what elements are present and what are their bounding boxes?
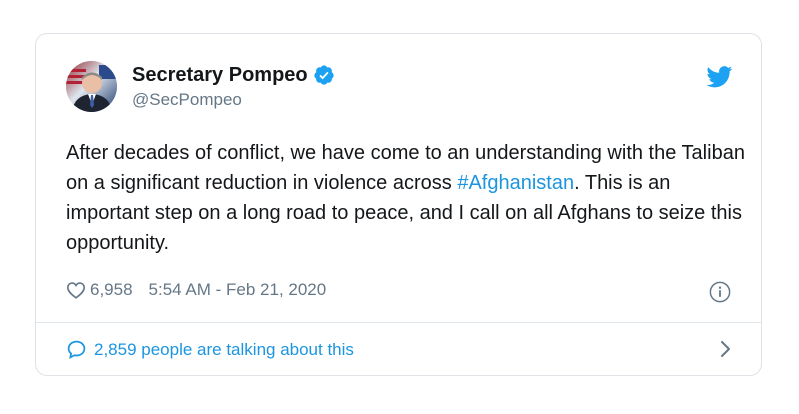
author-info: Secretary Pompeo @SecPompeo bbox=[132, 63, 335, 110]
info-icon[interactable] bbox=[709, 281, 731, 303]
verified-badge-icon bbox=[314, 65, 334, 85]
tweet-header: Secretary Pompeo @SecPompeo bbox=[66, 61, 335, 112]
like-count[interactable]: 6,958 bbox=[90, 280, 133, 300]
speech-bubble-icon bbox=[67, 340, 86, 359]
hashtag-link[interactable]: #Afghanistan bbox=[457, 172, 574, 194]
tweet-card[interactable]: Secretary Pompeo @SecPompeo After decade… bbox=[35, 33, 762, 376]
tweet-timestamp[interactable]: 5:54 AM - Feb 21, 2020 bbox=[149, 280, 327, 300]
avatar[interactable] bbox=[66, 61, 117, 112]
profile-photo bbox=[66, 61, 117, 112]
author-display-name[interactable]: Secretary Pompeo bbox=[132, 63, 308, 87]
heart-icon[interactable] bbox=[66, 281, 86, 299]
author-handle[interactable]: @SecPompeo bbox=[132, 90, 335, 110]
twitter-bird-icon[interactable] bbox=[706, 66, 733, 88]
conversation-label: 2,859 people are talking about this bbox=[94, 339, 354, 359]
tweet-meta: 6,958 5:54 AM - Feb 21, 2020 bbox=[66, 280, 326, 300]
author-name-row[interactable]: Secretary Pompeo bbox=[132, 63, 335, 87]
chevron-right-icon[interactable] bbox=[719, 340, 731, 358]
conversation-link[interactable]: 2,859 people are talking about this bbox=[66, 323, 731, 375]
tweet-text: After decades of conflict, we have come … bbox=[66, 138, 746, 258]
